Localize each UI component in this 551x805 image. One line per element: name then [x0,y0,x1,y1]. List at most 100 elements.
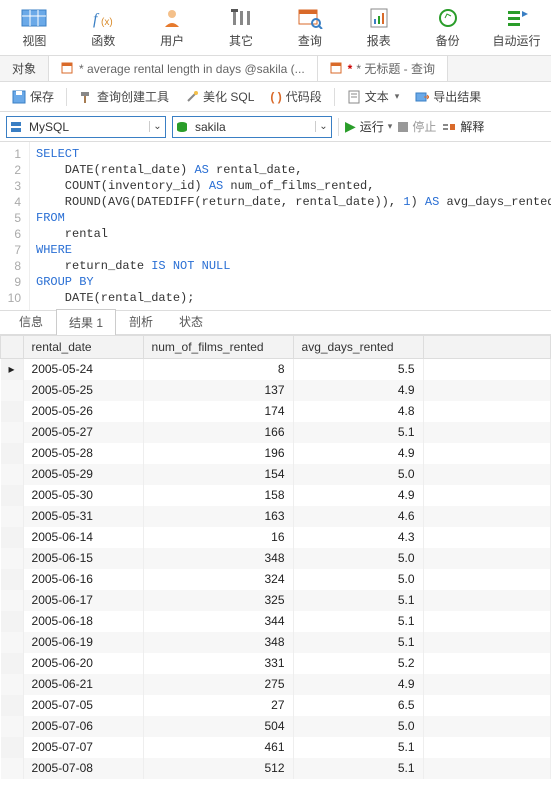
report-button[interactable]: 报表 [344,0,413,55]
tab-objects[interactable]: 对象 [0,56,49,81]
cell-avg[interactable]: 4.6 [293,506,423,527]
cell-count[interactable]: 196 [143,443,293,464]
cell-date[interactable]: 2005-05-31 [23,506,143,527]
cell-avg[interactable]: 5.1 [293,632,423,653]
cell-date[interactable]: 2005-06-16 [23,569,143,590]
query-builder-button[interactable]: 查询创建工具 [75,86,173,107]
table-row[interactable]: 2005-05-261744.8 [1,401,551,422]
cell-avg[interactable]: 5.1 [293,758,423,779]
table-row[interactable]: 2005-05-301584.9 [1,485,551,506]
cell-date[interactable]: 2005-06-18 [23,611,143,632]
table-row[interactable]: 2005-06-14164.3 [1,527,551,548]
cell-count[interactable]: 166 [143,422,293,443]
cell-avg[interactable]: 5.2 [293,653,423,674]
query-button[interactable]: 查询 [276,0,345,55]
cell-date[interactable]: 2005-06-17 [23,590,143,611]
cell-avg[interactable]: 5.1 [293,737,423,758]
table-row[interactable]: 2005-06-163245.0 [1,569,551,590]
cell-count[interactable]: 512 [143,758,293,779]
cell-avg[interactable]: 4.9 [293,380,423,401]
cell-count[interactable]: 461 [143,737,293,758]
cell-date[interactable]: 2005-06-19 [23,632,143,653]
tab-status[interactable]: 状态 [166,308,216,334]
cell-date[interactable]: 2005-05-30 [23,485,143,506]
cell-date[interactable]: 2005-06-21 [23,674,143,695]
cell-avg[interactable]: 6.5 [293,695,423,716]
col-num-films[interactable]: num_of_films_rented [143,336,293,359]
table-row[interactable]: 2005-06-193485.1 [1,632,551,653]
automation-button[interactable]: 自动运行 [482,0,551,55]
beautify-button[interactable]: 美化 SQL [181,86,258,107]
cell-date[interactable]: 2005-05-27 [23,422,143,443]
cell-date[interactable]: 2005-06-14 [23,527,143,548]
cell-count[interactable]: 348 [143,548,293,569]
others-button[interactable]: 其它 [207,0,276,55]
tab-info[interactable]: 信息 [6,308,56,334]
sql-editor[interactable]: 12345678910 SELECT DATE(rental_date) AS … [0,142,551,311]
cell-avg[interactable]: 5.1 [293,611,423,632]
cell-date[interactable]: 2005-07-06 [23,716,143,737]
cell-avg[interactable]: 5.0 [293,569,423,590]
table-row[interactable]: 2005-06-203315.2 [1,653,551,674]
cell-avg[interactable]: 5.0 [293,548,423,569]
database-combo[interactable]: sakila ⌄ [172,116,332,138]
tab-query-1[interactable]: * average rental length in days @sakila … [49,56,318,81]
col-rental-date[interactable]: rental_date [23,336,143,359]
cell-count[interactable]: 275 [143,674,293,695]
table-row[interactable]: 2005-07-05276.5 [1,695,551,716]
cell-count[interactable]: 27 [143,695,293,716]
cell-count[interactable]: 325 [143,590,293,611]
server-combo[interactable]: MySQL ⌄ [6,116,166,138]
cell-avg[interactable]: 5.5 [293,359,423,380]
cell-date[interactable]: 2005-05-28 [23,443,143,464]
table-row[interactable]: 2005-05-291545.0 [1,464,551,485]
table-row[interactable]: 2005-07-085125.1 [1,758,551,779]
save-button[interactable]: 保存 [8,86,58,107]
cell-count[interactable]: 154 [143,464,293,485]
cell-avg[interactable]: 5.1 [293,590,423,611]
table-row[interactable]: 2005-07-074615.1 [1,737,551,758]
table-row[interactable]: 2005-05-281964.9 [1,443,551,464]
cell-count[interactable]: 348 [143,632,293,653]
cell-avg[interactable]: 4.9 [293,674,423,695]
cell-date[interactable]: 2005-06-15 [23,548,143,569]
run-button[interactable]: ▶ 运行 ▾ [345,118,392,135]
code-area[interactable]: SELECT DATE(rental_date) AS rental_date,… [30,142,551,310]
cell-count[interactable]: 158 [143,485,293,506]
cell-avg[interactable]: 5.0 [293,716,423,737]
table-row[interactable]: 2005-06-173255.1 [1,590,551,611]
cell-date[interactable]: 2005-05-24 [23,359,143,380]
cell-date[interactable]: 2005-05-29 [23,464,143,485]
cell-count[interactable]: 331 [143,653,293,674]
table-row[interactable]: 2005-06-212754.9 [1,674,551,695]
cell-count[interactable]: 8 [143,359,293,380]
cell-date[interactable]: 2005-07-08 [23,758,143,779]
cell-count[interactable]: 344 [143,611,293,632]
stop-button[interactable]: 停止 [398,118,436,135]
cell-date[interactable]: 2005-05-25 [23,380,143,401]
cell-date[interactable]: 2005-06-20 [23,653,143,674]
table-row[interactable]: 2005-05-251374.9 [1,380,551,401]
cell-avg[interactable]: 4.3 [293,527,423,548]
cell-date[interactable]: 2005-07-07 [23,737,143,758]
user-button[interactable]: 用户 [138,0,207,55]
explain-button[interactable]: 解释 [442,118,484,135]
export-button[interactable]: 导出结果 [411,86,485,107]
cell-avg[interactable]: 4.8 [293,401,423,422]
table-row[interactable]: 2005-05-271665.1 [1,422,551,443]
cell-count[interactable]: 137 [143,380,293,401]
cell-date[interactable]: 2005-07-05 [23,695,143,716]
cell-count[interactable]: 163 [143,506,293,527]
text-button[interactable]: 文本 ▾ [343,86,404,107]
table-row[interactable]: 2005-07-065045.0 [1,716,551,737]
table-row[interactable]: 2005-05-311634.6 [1,506,551,527]
cell-count[interactable]: 504 [143,716,293,737]
backup-button[interactable]: 备份 [413,0,482,55]
cell-count[interactable]: 16 [143,527,293,548]
view-button[interactable]: 视图 [0,0,69,55]
cell-avg[interactable]: 5.1 [293,422,423,443]
cell-avg[interactable]: 4.9 [293,485,423,506]
cell-date[interactable]: 2005-05-26 [23,401,143,422]
cell-avg[interactable]: 5.0 [293,464,423,485]
function-button[interactable]: f(x) 函数 [69,0,138,55]
